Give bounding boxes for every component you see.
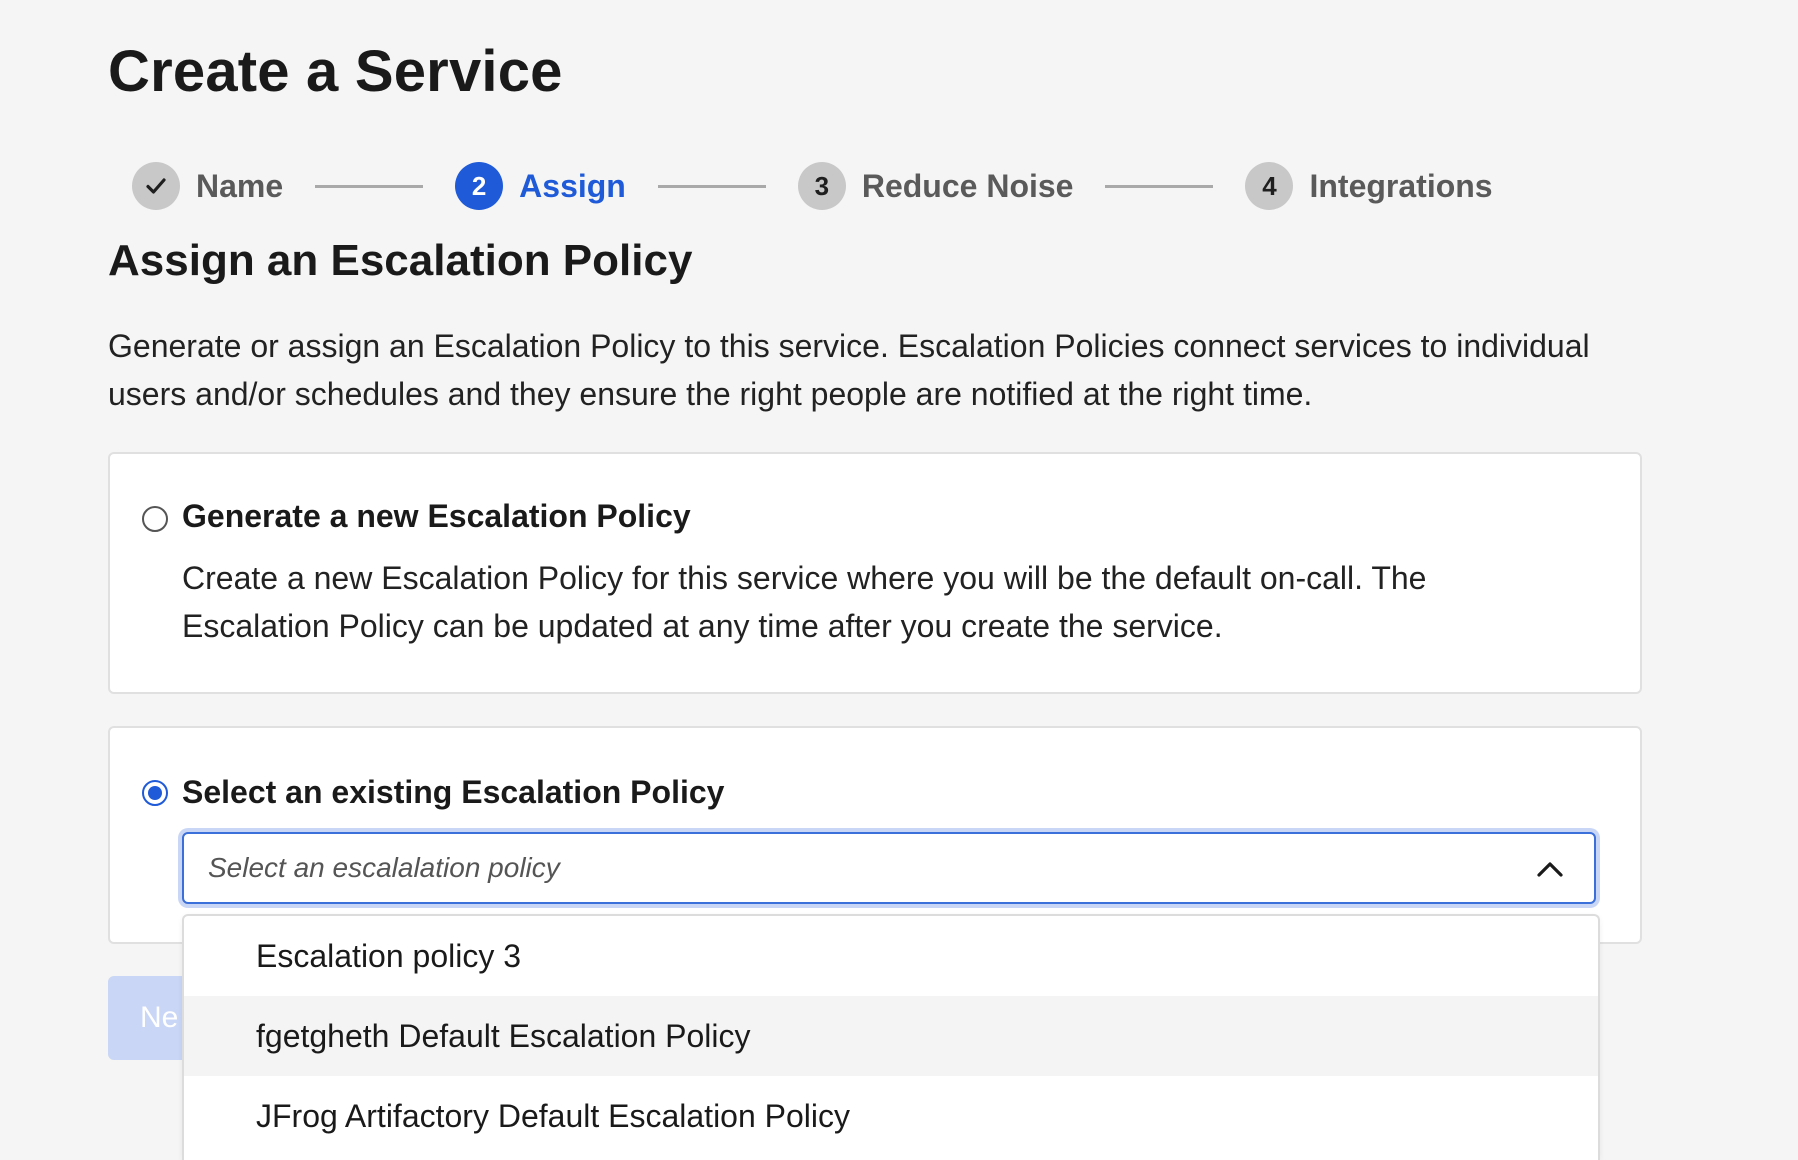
step-number-reduce-noise: 3 xyxy=(797,162,846,210)
chevron-up-icon[interactable] xyxy=(1536,856,1564,884)
stepper: Name 2 Assign 3 Reduce Noise 4 Integrati… xyxy=(132,162,1493,210)
step-number-assign: 2 xyxy=(455,162,504,210)
step-assign[interactable]: 2 Assign xyxy=(455,162,626,210)
existing-policy-radio[interactable] xyxy=(142,780,168,806)
generate-policy-title: Generate a new Escalation Policy xyxy=(182,498,691,534)
page-title: Create a Service xyxy=(108,39,563,104)
step-label-assign: Assign xyxy=(519,167,626,204)
step-reduce-noise[interactable]: 3 Reduce Noise xyxy=(797,162,1074,210)
step-label-reduce-noise: Reduce Noise xyxy=(861,167,1074,204)
dropdown-option[interactable]: fgetgheth Default Escalation Policy xyxy=(184,996,1598,1076)
step-label-name: Name xyxy=(196,167,284,204)
step-connector xyxy=(1105,184,1214,188)
section-title: Assign an Escalation Policy xyxy=(108,236,693,285)
escalation-policy-dropdown: Escalation policy 3 fgetgheth Default Es… xyxy=(182,914,1600,1160)
step-name[interactable]: Name xyxy=(132,162,283,210)
section-description: Generate or assign an Escalation Policy … xyxy=(108,328,1590,412)
check-icon xyxy=(132,162,180,210)
step-label-integrations: Integrations xyxy=(1309,167,1493,204)
create-service-page: Create a Service Name 2 Assign 3 Reduce … xyxy=(0,0,1798,1160)
step-number-integrations: 4 xyxy=(1245,162,1294,210)
dropdown-option[interactable]: JFrog Artifactory Default Escalation Pol… xyxy=(184,1076,1598,1156)
existing-policy-option[interactable]: Select an existing Escalation Policy Sel… xyxy=(108,726,1642,944)
step-connector xyxy=(657,184,766,188)
generate-policy-description: Create a new Escalation Policy for this … xyxy=(182,560,1427,644)
dropdown-option[interactable]: Escalation policy 3 xyxy=(184,916,1598,996)
escalation-policy-select[interactable]: Select an escalalation policy xyxy=(182,832,1596,904)
step-connector xyxy=(315,184,424,188)
existing-policy-title: Select an existing Escalation Policy xyxy=(182,774,725,810)
select-placeholder: Select an escalalation policy xyxy=(208,852,560,883)
step-integrations[interactable]: 4 Integrations xyxy=(1245,162,1493,210)
generate-policy-option[interactable]: Generate a new Escalation Policy Create … xyxy=(108,452,1642,694)
generate-policy-radio[interactable] xyxy=(142,506,168,532)
